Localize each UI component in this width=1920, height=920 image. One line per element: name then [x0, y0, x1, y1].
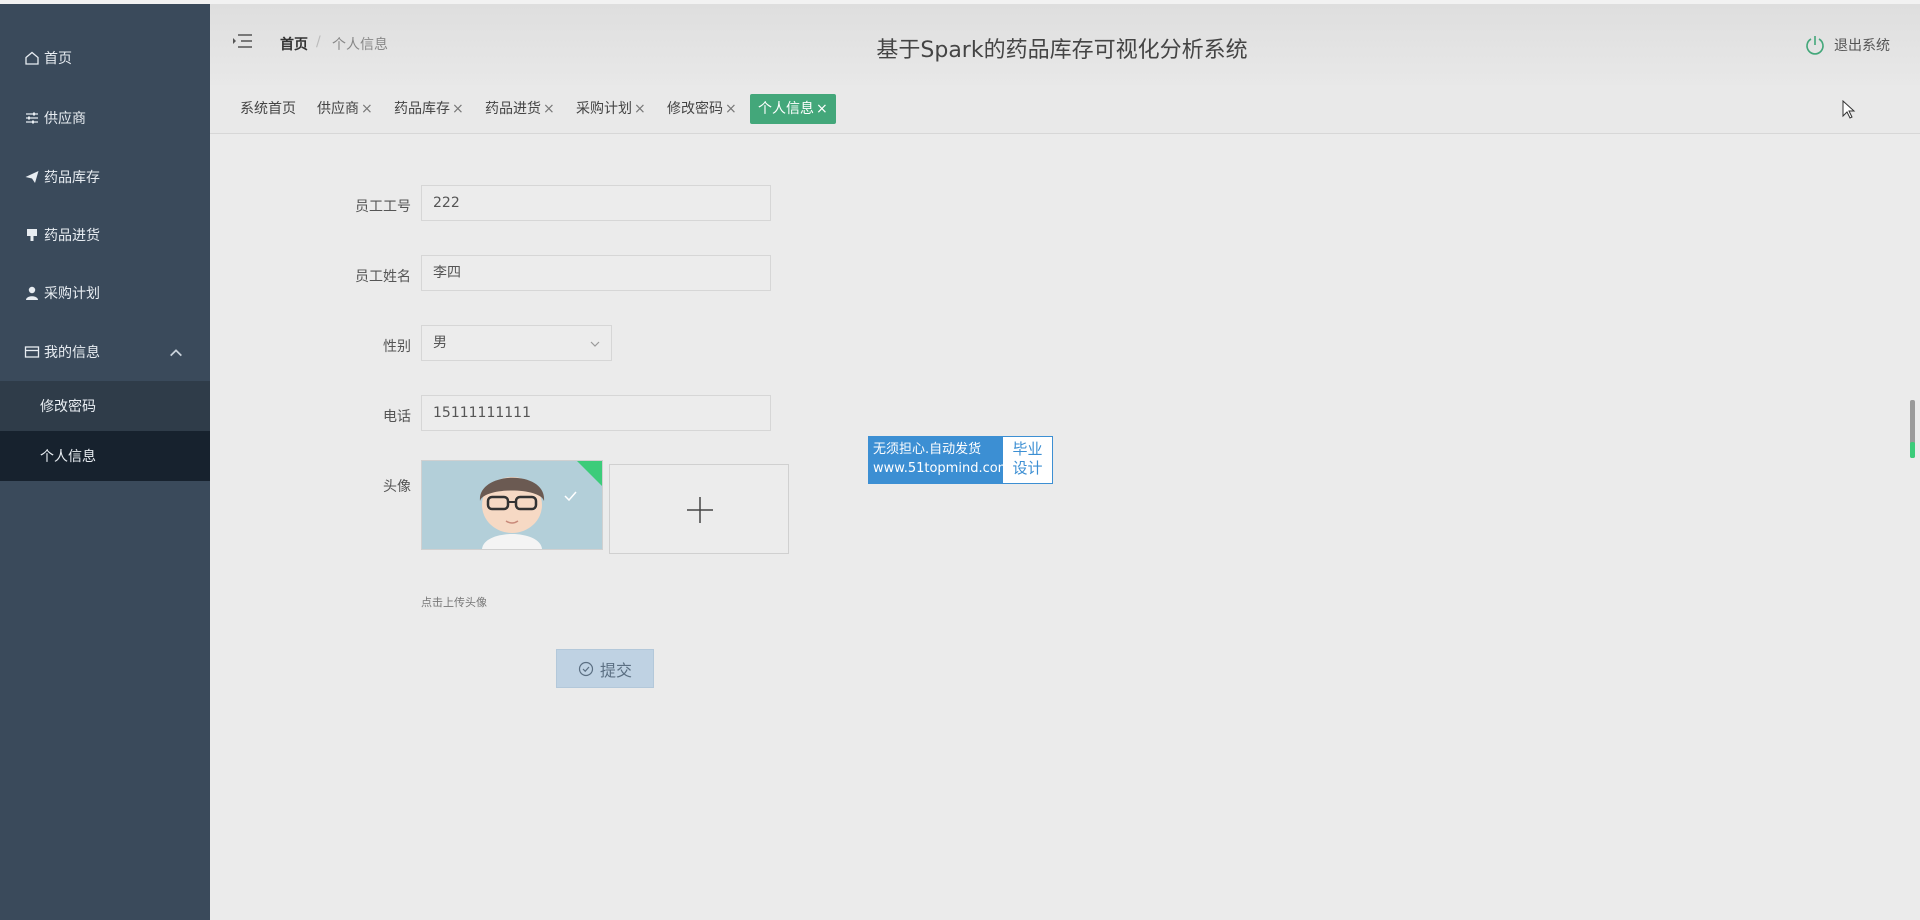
employee-id-input[interactable]: 222 [421, 185, 771, 221]
gender-select[interactable]: 男 [421, 325, 612, 361]
menu-toggle-icon[interactable] [232, 32, 254, 50]
sidebar-item-label: 药品进货 [44, 228, 100, 244]
scrollbar-indicator [1910, 442, 1915, 458]
tab-label: 采购计划 [576, 101, 632, 117]
watermark-line1: 无须担心.自动发货 [873, 442, 982, 457]
send-icon [25, 171, 39, 183]
sidebar-item-my-info[interactable]: 我的信息 [0, 328, 210, 376]
sidebar-item-procurement-plan[interactable]: 采购计划 [0, 269, 210, 317]
sidebar-item-home[interactable]: 首页 [0, 34, 210, 82]
sidebar-item-label: 首页 [44, 51, 72, 67]
tab-label: 修改密码 [667, 101, 723, 117]
stamp-icon [27, 229, 37, 241]
tab-label: 药品进货 [485, 101, 541, 117]
sidebar-item-drug-purchase[interactable]: 药品进货 [0, 211, 210, 259]
breadcrumb-current: 个人信息 [332, 37, 388, 53]
tab-drug-purchase[interactable]: 药品进货 × [485, 94, 555, 124]
tab-procurement-plan[interactable]: 采购计划 × [576, 94, 646, 124]
watermark-badge: 无须担心.自动发货 www.51topmind.com 毕业 设计 [868, 436, 1053, 484]
employee-id-label: 员工工号 [355, 199, 411, 215]
chevron-down-icon [590, 341, 600, 347]
breadcrumb-home[interactable]: 首页 [280, 34, 308, 54]
employee-name-label: 员工姓名 [355, 269, 411, 285]
gender-select-value: 男 [433, 335, 447, 351]
tab-close-icon[interactable]: × [452, 101, 464, 117]
sidebar-subitem-personal-info[interactable]: 个人信息 [0, 431, 210, 481]
sidebar: 首页 供应商 药品库存 药品进货 采购计划 我的信息 修改密码 个人信息 [0, 4, 210, 920]
sidebar-item-label: 采购计划 [44, 286, 100, 302]
avatar-image [422, 461, 602, 549]
avatar-upload-button[interactable] [609, 464, 789, 554]
home-icon [25, 51, 39, 65]
sidebar-item-label: 供应商 [44, 111, 86, 127]
phone-input[interactable]: 15111111111 [421, 395, 771, 431]
sidebar-item-suppliers[interactable]: 供应商 [0, 94, 210, 142]
tab-close-icon[interactable]: × [725, 101, 737, 117]
tab-label: 供应商 [317, 101, 359, 117]
sidebar-subitem-label: 个人信息 [40, 449, 96, 465]
submit-label: 提交 [599, 660, 632, 680]
mouse-cursor-icon [1842, 100, 1856, 119]
chevron-up-icon [170, 349, 182, 357]
sidebar-subitem-label: 修改密码 [40, 399, 96, 415]
plus-icon [687, 497, 713, 523]
tab-label: 系统首页 [240, 101, 296, 117]
avatar-label: 头像 [383, 479, 411, 495]
user-icon [26, 286, 38, 300]
tab-drug-inventory[interactable]: 药品库存 × [394, 94, 464, 124]
tab-close-icon[interactable]: × [543, 101, 555, 117]
sidebar-item-label: 药品库存 [44, 170, 100, 186]
sidebar-item-drug-inventory[interactable]: 药品库存 [0, 153, 210, 201]
phone-label: 电话 [383, 409, 411, 425]
tab-close-icon[interactable]: × [634, 101, 646, 117]
breadcrumb-separator: / [316, 34, 321, 50]
avatar-upload-hint: 点击上传头像 [421, 596, 487, 609]
tab-close-icon[interactable]: × [361, 101, 373, 117]
tab-personal-info[interactable]: 个人信息 × [750, 94, 836, 124]
tab-system-home[interactable]: 系统首页 [240, 94, 296, 124]
tab-label: 药品库存 [394, 101, 450, 117]
sidebar-subitem-change-password[interactable]: 修改密码 [0, 381, 210, 431]
submit-button[interactable]: 提交 [556, 649, 654, 688]
tab-close-icon[interactable]: × [816, 101, 828, 117]
watermark-line2: www.51topmind.com [873, 461, 1011, 476]
tab-suppliers[interactable]: 供应商 × [317, 94, 373, 124]
watermark-right2: 设计 [1012, 459, 1043, 477]
watermark-right1: 毕业 [1012, 440, 1043, 458]
page-title: 基于Spark的药品库存可视化分析系统 [876, 38, 1248, 63]
employee-name-input[interactable]: 李四 [421, 255, 771, 291]
tab-change-password[interactable]: 修改密码 × [667, 94, 737, 124]
sidebar-item-label: 我的信息 [44, 345, 100, 361]
header: 首页 / 个人信息 基于Spark的药品库存可视化分析系统 退出系统 [210, 4, 1920, 85]
check-circle-icon [578, 661, 594, 676]
gender-label: 性别 [383, 339, 411, 355]
logout-button[interactable]: 退出系统 [1804, 34, 1890, 56]
avatar-preview[interactable] [421, 460, 603, 550]
tab-label: 个人信息 [758, 101, 814, 117]
logout-label: 退出系统 [1834, 38, 1890, 54]
card-icon [24, 346, 40, 358]
power-icon [1806, 36, 1824, 55]
tab-bar: 系统首页 供应商 × 药品库存 × 药品进货 × 采购计划 × 修改密码 × 个人信息 × [210, 85, 1920, 134]
sliders-icon [26, 112, 38, 124]
